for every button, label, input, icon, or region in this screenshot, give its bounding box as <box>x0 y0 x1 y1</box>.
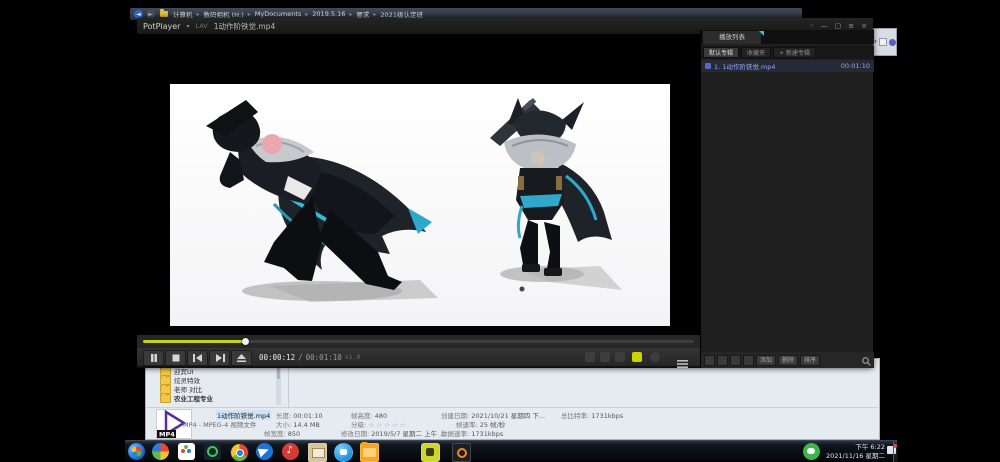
show-desktop-button[interactable] <box>893 441 898 462</box>
current-time: 00:00:12 <box>259 353 295 362</box>
app-title: PotPlayer <box>143 22 180 31</box>
shuffle-button[interactable] <box>730 355 741 366</box>
playlist-accent-notch <box>759 31 764 36</box>
messenger-icon[interactable] <box>334 443 353 462</box>
tray-clock[interactable]: 下午 6:22 2021/11/16 星期二 <box>823 443 885 460</box>
recorder-app-icon[interactable] <box>452 443 471 462</box>
clock-time: 下午 6:22 <box>823 443 885 452</box>
explorer-toolbar-sliver: ▾ <box>873 28 897 56</box>
add-button[interactable]: 添加 <box>756 355 776 366</box>
taskbar: 下午 6:22 2021/11/16 星期二 <box>125 440 897 461</box>
next-button[interactable] <box>209 350 230 366</box>
details-modified: 修改日期: 2019/5/7 星期二 上午 ... <box>341 428 445 438</box>
notes-app-icon[interactable] <box>421 443 440 462</box>
seek-bar[interactable] <box>137 335 700 348</box>
sort-button[interactable]: 排序 <box>800 355 820 366</box>
view-icon[interactable] <box>879 38 887 46</box>
clock-date: 2021/11/16 星期二 <box>823 452 885 461</box>
details-data-rate: 数据速率: 1731kbps <box>441 428 503 438</box>
breadcrumb-item[interactable]: 2019.5.16 <box>312 10 345 18</box>
potplayer-window: PotPlayer ▾ LAV 1动作阶铁觉.mp4 ◦ — ▢ ≡ × <box>137 18 873 368</box>
list-view-button[interactable] <box>704 355 715 366</box>
breadcrumb-item[interactable]: MyDocuments <box>255 10 302 18</box>
search-icon[interactable] <box>862 351 871 370</box>
seek-handle[interactable] <box>242 338 249 345</box>
tree-item-label: 农业工程专业 <box>174 393 213 403</box>
breadcrumb-separator: ▸ <box>348 11 353 18</box>
previous-button[interactable] <box>187 350 208 366</box>
mute-button[interactable] <box>650 352 660 362</box>
seek-progress <box>143 340 245 343</box>
app-grid-icon[interactable] <box>178 443 195 460</box>
refresh-button[interactable] <box>743 355 754 366</box>
breadcrumb-separator: ▸ <box>196 11 201 18</box>
folder-app-icon[interactable] <box>360 443 379 462</box>
control-panel-toggle-button[interactable] <box>632 352 642 362</box>
tab-new-album[interactable]: + 新建专辑 <box>773 47 816 58</box>
start-button[interactable] <box>128 443 145 460</box>
pause-button[interactable] <box>143 350 164 366</box>
tab-default-album[interactable]: 默认专辑 <box>703 47 739 58</box>
folder-icon <box>160 11 168 17</box>
tree-item[interactable]: 农业工程专业 <box>160 394 213 402</box>
chrome-icon[interactable] <box>230 443 249 462</box>
speed-badge: x1.0 <box>345 353 361 361</box>
thunder-icon[interactable] <box>256 443 273 460</box>
folder-icon <box>160 394 171 403</box>
breadcrumb-separator: ▸ <box>304 11 309 18</box>
playlist-toggle-icon[interactable] <box>677 353 688 372</box>
seek-track[interactable] <box>143 340 694 343</box>
breadcrumb-separator: ▸ <box>372 11 377 18</box>
capture-button[interactable] <box>615 352 625 362</box>
details-file-type: MP4 - MPEG-4 视频文件 <box>183 419 256 429</box>
playlist-item-duration: 00:01:10 <box>841 62 870 70</box>
video-frame <box>170 84 670 326</box>
tab-favorites[interactable]: 收藏夹 <box>741 47 771 58</box>
stop-button[interactable] <box>165 350 186 366</box>
album-tabs: 默认专辑 收藏夹 + 新建专辑 <box>701 46 874 59</box>
details-frame-width: 帧宽度: 850 <box>264 428 300 438</box>
antivirus-icon[interactable] <box>204 443 221 460</box>
playlist-footer: 添加 删除 排序 <box>701 352 874 368</box>
photos-app-icon[interactable] <box>308 443 327 462</box>
playing-item-icon <box>705 63 711 69</box>
wechat-tray-icon[interactable] <box>803 443 820 460</box>
video-characters <box>170 84 670 326</box>
details-total-bitrate: 总比特率: 1731kbps <box>561 410 623 420</box>
help-icon[interactable] <box>889 39 896 46</box>
total-time: 00:01:10 <box>306 353 342 362</box>
menu-caret-icon[interactable]: ▾ <box>186 23 189 30</box>
playlist-tab[interactable]: 播放列表 <box>703 31 761 44</box>
subtitle-button[interactable] <box>585 352 595 362</box>
repeat-button[interactable] <box>717 355 728 366</box>
mp4-badge-svg: MP4 <box>159 431 175 439</box>
time-display: 00:00:12 / 00:01:10 x1.0 <box>259 348 360 366</box>
video-surface[interactable] <box>137 34 700 335</box>
details-divider <box>147 407 878 408</box>
chevron-down-icon[interactable]: ▾ <box>874 39 877 45</box>
playlist-item[interactable]: 1. 1动作阶铁觉.mp4 00:01:10 <box>701 60 874 72</box>
playlist-item-label: 1. 1动作阶铁觉.mp4 <box>714 61 838 71</box>
breadcrumb-separator: ▸ <box>247 11 252 18</box>
audio-button[interactable] <box>600 352 610 362</box>
player-controls: 00:00:12 / 00:01:10 x1.0 <box>137 348 700 366</box>
codec-badge: LAV <box>195 22 207 30</box>
playlist-header-row: 播放列表 <box>701 30 874 44</box>
open-file-button[interactable] <box>231 350 252 366</box>
playing-file-title: 1动作阶铁觉.mp4 <box>214 21 276 32</box>
netease-music-icon[interactable] <box>282 443 299 460</box>
explorer-window: 迎宾UI 炫灵特效 老师 对比 农业工程专业 MP4 <box>145 358 880 440</box>
playlist-panel: 播放列表 默认专辑 收藏夹 + 新建专辑 1. 1动作阶铁觉.mp4 00:01… <box>700 30 873 368</box>
desktop: ◄ ► 计算机 ▸ 数码相机 (H:) ▸ MyDocuments ▸ 2019… <box>125 0 897 461</box>
pinwheel-app-icon[interactable] <box>152 443 169 460</box>
remove-button[interactable]: 删除 <box>778 355 798 366</box>
